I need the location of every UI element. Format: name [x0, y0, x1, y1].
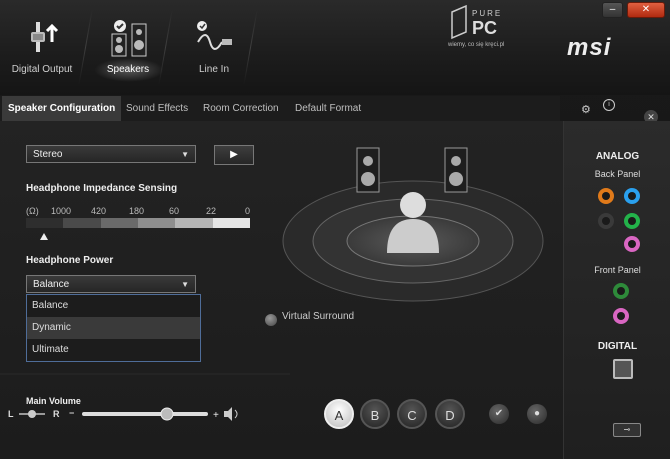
- device-line-in[interactable]: Line In: [178, 18, 250, 75]
- preset-a-button[interactable]: A: [324, 399, 354, 429]
- tab-speaker-configuration[interactable]: Speaker Configuration: [2, 96, 122, 121]
- option-dynamic[interactable]: Dynamic: [27, 317, 200, 339]
- balance-slider[interactable]: [19, 410, 45, 418]
- device-label: Speakers: [106, 64, 150, 75]
- analog-title: ANALOG: [595, 151, 640, 162]
- gear-icon[interactable]: ⚙: [581, 103, 591, 116]
- right-speaker-icon: [444, 147, 468, 193]
- line-in-cable-icon: [194, 18, 234, 58]
- svg-text:PC: PC: [472, 18, 497, 38]
- device-label: Line In: [198, 64, 230, 75]
- impedance-tick: 0: [245, 206, 251, 216]
- plug-arrow-icon: [22, 18, 62, 58]
- impedance-tick: 22: [206, 206, 217, 216]
- jack-black[interactable]: [598, 213, 614, 229]
- balance-left-label: L: [8, 409, 14, 419]
- headphone-power-select[interactable]: Balance ▼: [26, 275, 196, 293]
- chevron-down-icon: ▼: [181, 280, 189, 289]
- preset-c-button[interactable]: C: [397, 399, 427, 429]
- msi-logo: msi: [567, 34, 612, 61]
- connector-settings-icon[interactable]: ⊸: [613, 423, 641, 437]
- speaker-mode-select[interactable]: Stereo ▼: [26, 145, 196, 163]
- microphone-icon[interactable]: ●: [527, 404, 547, 424]
- play-icon: ▶: [230, 149, 238, 160]
- preset-d-button[interactable]: D: [435, 399, 465, 429]
- impedance-tick: 420: [91, 206, 107, 216]
- option-ultimate[interactable]: Ultimate: [27, 339, 200, 361]
- front-panel-label: Front Panel: [594, 265, 641, 275]
- left-speaker-icon: [356, 147, 380, 193]
- device-header: Digital Output Speakers Line In PURE PC …: [0, 0, 670, 95]
- headphone-power-title: Headphone Power: [26, 255, 114, 266]
- impedance-tick: 180: [129, 206, 145, 216]
- impedance-marker-icon: [40, 233, 48, 240]
- jack-panel: ANALOG Back Panel Front Panel DIGITAL ⊸: [563, 121, 670, 459]
- jack-pink[interactable]: [624, 236, 640, 252]
- watermark-tagline: wiemy, co się kręci.pl: [448, 42, 505, 48]
- headphone-power-dropdown: Balance Dynamic Ultimate: [26, 294, 201, 362]
- option-balance[interactable]: Balance: [27, 295, 200, 317]
- jack-blue[interactable]: [624, 188, 640, 204]
- impedance-tick: 60: [169, 206, 180, 216]
- virtual-surround-toggle[interactable]: [265, 314, 277, 326]
- app-window: Digital Output Speakers Line In PURE PC …: [0, 0, 670, 459]
- tab-bar: Speaker Configuration Sound Effects Room…: [0, 96, 560, 121]
- device-digital-output[interactable]: Digital Output: [6, 18, 78, 75]
- volume-plus-label: +: [213, 410, 219, 421]
- minimize-button[interactable]: –: [602, 2, 623, 18]
- jack-front-pink[interactable]: [613, 308, 629, 324]
- headphone-power-value: Balance: [33, 279, 70, 290]
- play-test-button[interactable]: ▶: [214, 145, 254, 165]
- tab-sound-effects[interactable]: Sound Effects: [126, 96, 188, 121]
- impedance-tick: 1000: [51, 206, 72, 216]
- digital-title: DIGITAL: [597, 341, 638, 352]
- preset-b-button[interactable]: B: [360, 399, 390, 429]
- check-icon[interactable]: ✔: [489, 404, 509, 424]
- back-panel-label: Back Panel: [594, 169, 641, 179]
- speaker-check-icon: [108, 18, 148, 58]
- svg-text:PURE: PURE: [472, 9, 502, 18]
- jack-front-green[interactable]: [613, 283, 629, 299]
- balance-right-label: R: [53, 409, 60, 419]
- impedance-title: Headphone Impedance Sensing: [26, 183, 178, 194]
- jack-orange[interactable]: [598, 188, 614, 204]
- purepc-watermark: PURE PC wiemy, co się kręci.pl: [448, 4, 540, 54]
- digital-port-icon[interactable]: [613, 359, 633, 379]
- header-divider: [78, 10, 93, 85]
- purepc-logo-icon: PURE PC: [451, 4, 502, 40]
- close-button[interactable]: ✕: [627, 2, 665, 18]
- speaker-volume-icon: [224, 407, 232, 421]
- chevron-down-icon: ▼: [181, 150, 189, 159]
- main-volume-slider[interactable]: +: [72, 405, 242, 423]
- tab-default-format[interactable]: Default Format: [295, 96, 361, 121]
- jack-green[interactable]: [624, 213, 640, 229]
- impedance-bar: [26, 218, 250, 228]
- info-icon[interactable]: i: [603, 99, 615, 111]
- device-speakers[interactable]: Speakers: [92, 18, 164, 75]
- tab-room-correction[interactable]: Room Correction: [203, 96, 279, 121]
- impedance-unit: (Ω): [26, 206, 39, 216]
- device-label: Digital Output: [11, 64, 73, 75]
- virtual-surround-label: Virtual Surround: [282, 311, 355, 322]
- speaker-mode-value: Stereo: [33, 149, 63, 160]
